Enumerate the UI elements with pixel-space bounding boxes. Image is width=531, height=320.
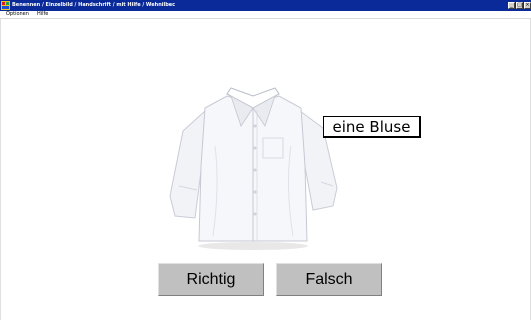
app-window: Benennen / Einzelbild / Handschrift / mi… [0,0,531,320]
window-title: Benennen / Einzelbild / Handschrift / mi… [12,2,176,8]
close-button[interactable]: × [524,2,531,9]
wrong-button[interactable]: Falsch [276,263,382,296]
maximize-button[interactable]: □ [516,2,523,9]
word-card[interactable]: eine Bluse [323,116,421,138]
blouse-image [169,87,338,250]
title-bar: Benennen / Einzelbild / Handschrift / mi… [0,0,531,11]
correct-button[interactable]: Richtig [158,263,264,296]
menu-hilfe[interactable]: Hilfe [37,11,48,18]
app-icon [1,1,10,10]
menu-optionen[interactable]: Optionen [6,11,29,18]
minimize-button[interactable]: _ [508,2,515,9]
menu-bar: Optionen Hilfe [0,11,531,19]
